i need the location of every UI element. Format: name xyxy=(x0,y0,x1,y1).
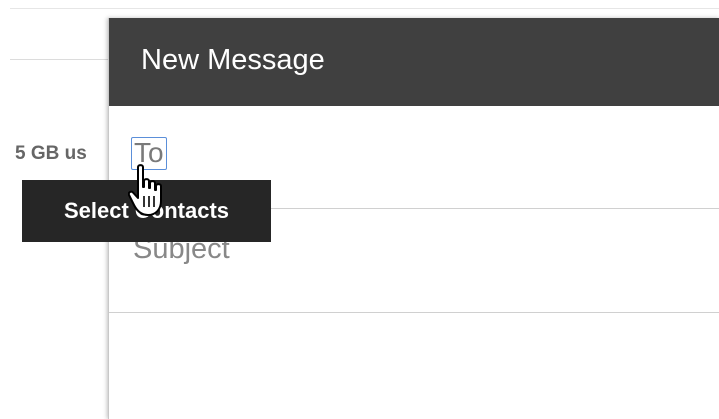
message-body[interactable] xyxy=(109,314,719,419)
compose-header: New Message xyxy=(109,18,719,106)
background-divider-mid xyxy=(10,59,120,60)
storage-usage-text: 5 GB us xyxy=(15,143,87,164)
compose-title: New Message xyxy=(141,44,325,76)
hand-pointer-icon xyxy=(128,164,162,216)
page: 5 GB us New Message To Select Contacts xyxy=(0,0,719,419)
background-divider-top xyxy=(10,8,719,9)
